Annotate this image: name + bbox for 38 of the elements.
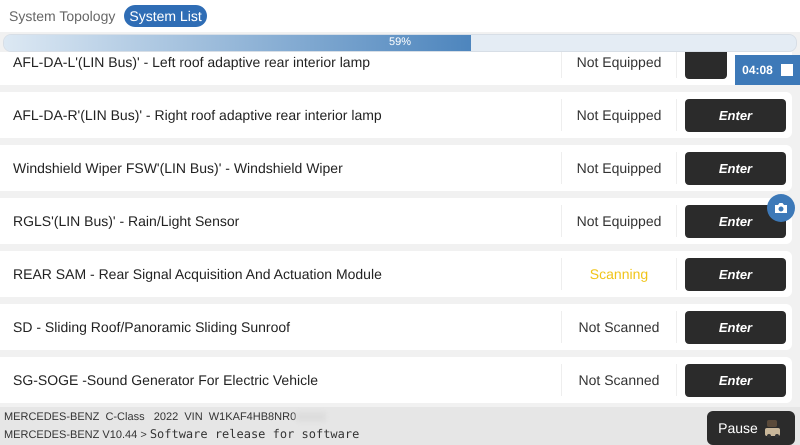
system-row[interactable]: SG-SOGE -Sound Generator For Electric Vehicle Not Scanned Enter (0, 357, 792, 403)
progress-reading: 59% (388, 36, 412, 48)
enter-button[interactable]: Enter (685, 310, 786, 344)
tab[interactable]: System List (124, 5, 207, 27)
system-row[interactable]: Windshield Wiper FSW'(LIN Bus)' - Windshield Wiper Not Equipped Enter (0, 145, 792, 191)
system-row[interactable]: REAR SAM - Rear Signal Acquisition And Actuation Module Scanning Enter (0, 251, 792, 297)
software-version: MERCEDES-BENZ V10.44 > (4, 428, 147, 440)
system-name: SG-SOGE -Sound Generator For Electric Vehicle (12, 372, 320, 388)
system-status: Not Scanned (561, 364, 677, 396)
vehicle-info: MERCEDES-BENZ C-Class 2022 VIN W1KAF4HB8NR0 (4, 410, 296, 424)
system-name: REAR SAM - Rear Signal Acquisition And Actuation Module (12, 266, 383, 282)
system-name: Windshield Wiper FSW'(LIN Bus)' - Windshield Wiper (12, 160, 344, 176)
tab[interactable]: System Topology (4, 5, 120, 27)
camera-icon (774, 202, 788, 214)
system-status: Not Equipped (561, 52, 677, 78)
system-name: SD - Sliding Roof/Panoramic Sliding Sunroof (12, 319, 292, 335)
enter-button[interactable]: Enter (685, 364, 786, 396)
system-name: RGLS'(LIN Bus)' - Rain/Light Sensor (12, 213, 240, 229)
system-name: AFL-DA-L'(LIN Bus)' - Left roof adaptive rear interior lamp (12, 54, 372, 70)
stop-icon (780, 64, 793, 76)
system-status: Not Equipped (561, 99, 677, 131)
system-name: AFL-DA-R'(LIN Bus)' - Right roof adaptive rear interior lamp (12, 107, 383, 123)
camera-button[interactable] (767, 194, 795, 222)
system-status: Scanning (561, 258, 677, 290)
system-status: Not Equipped (561, 152, 677, 184)
system-row[interactable]: SD - Sliding Roof/Panoramic Sliding Sunroof Not Scanned Enter (0, 304, 792, 350)
status-message: Software release for software (150, 426, 360, 440)
timer-text: 04:08 (742, 63, 773, 77)
system-row[interactable]: AFL-DA-R'(LIN Bus)' - Right roof adaptive rear interior lamp Not Equipped Enter (0, 92, 792, 138)
enter-button[interactable]: Enter (685, 258, 786, 290)
system-row[interactable]: RGLS'(LIN Bus)' - Rain/Light Sensor Not Equipped Enter (0, 198, 792, 244)
timer-badge[interactable]: 04:08 (735, 55, 800, 85)
enter-button[interactable]: Enter (685, 204, 786, 238)
pause-button[interactable]: Pause (707, 411, 795, 445)
enter-button[interactable]: Enter (685, 152, 786, 184)
system-status: Not Scanned (561, 311, 677, 343)
system-status: Not Equipped (561, 205, 677, 237)
enter-button[interactable]: Enter (685, 98, 786, 132)
